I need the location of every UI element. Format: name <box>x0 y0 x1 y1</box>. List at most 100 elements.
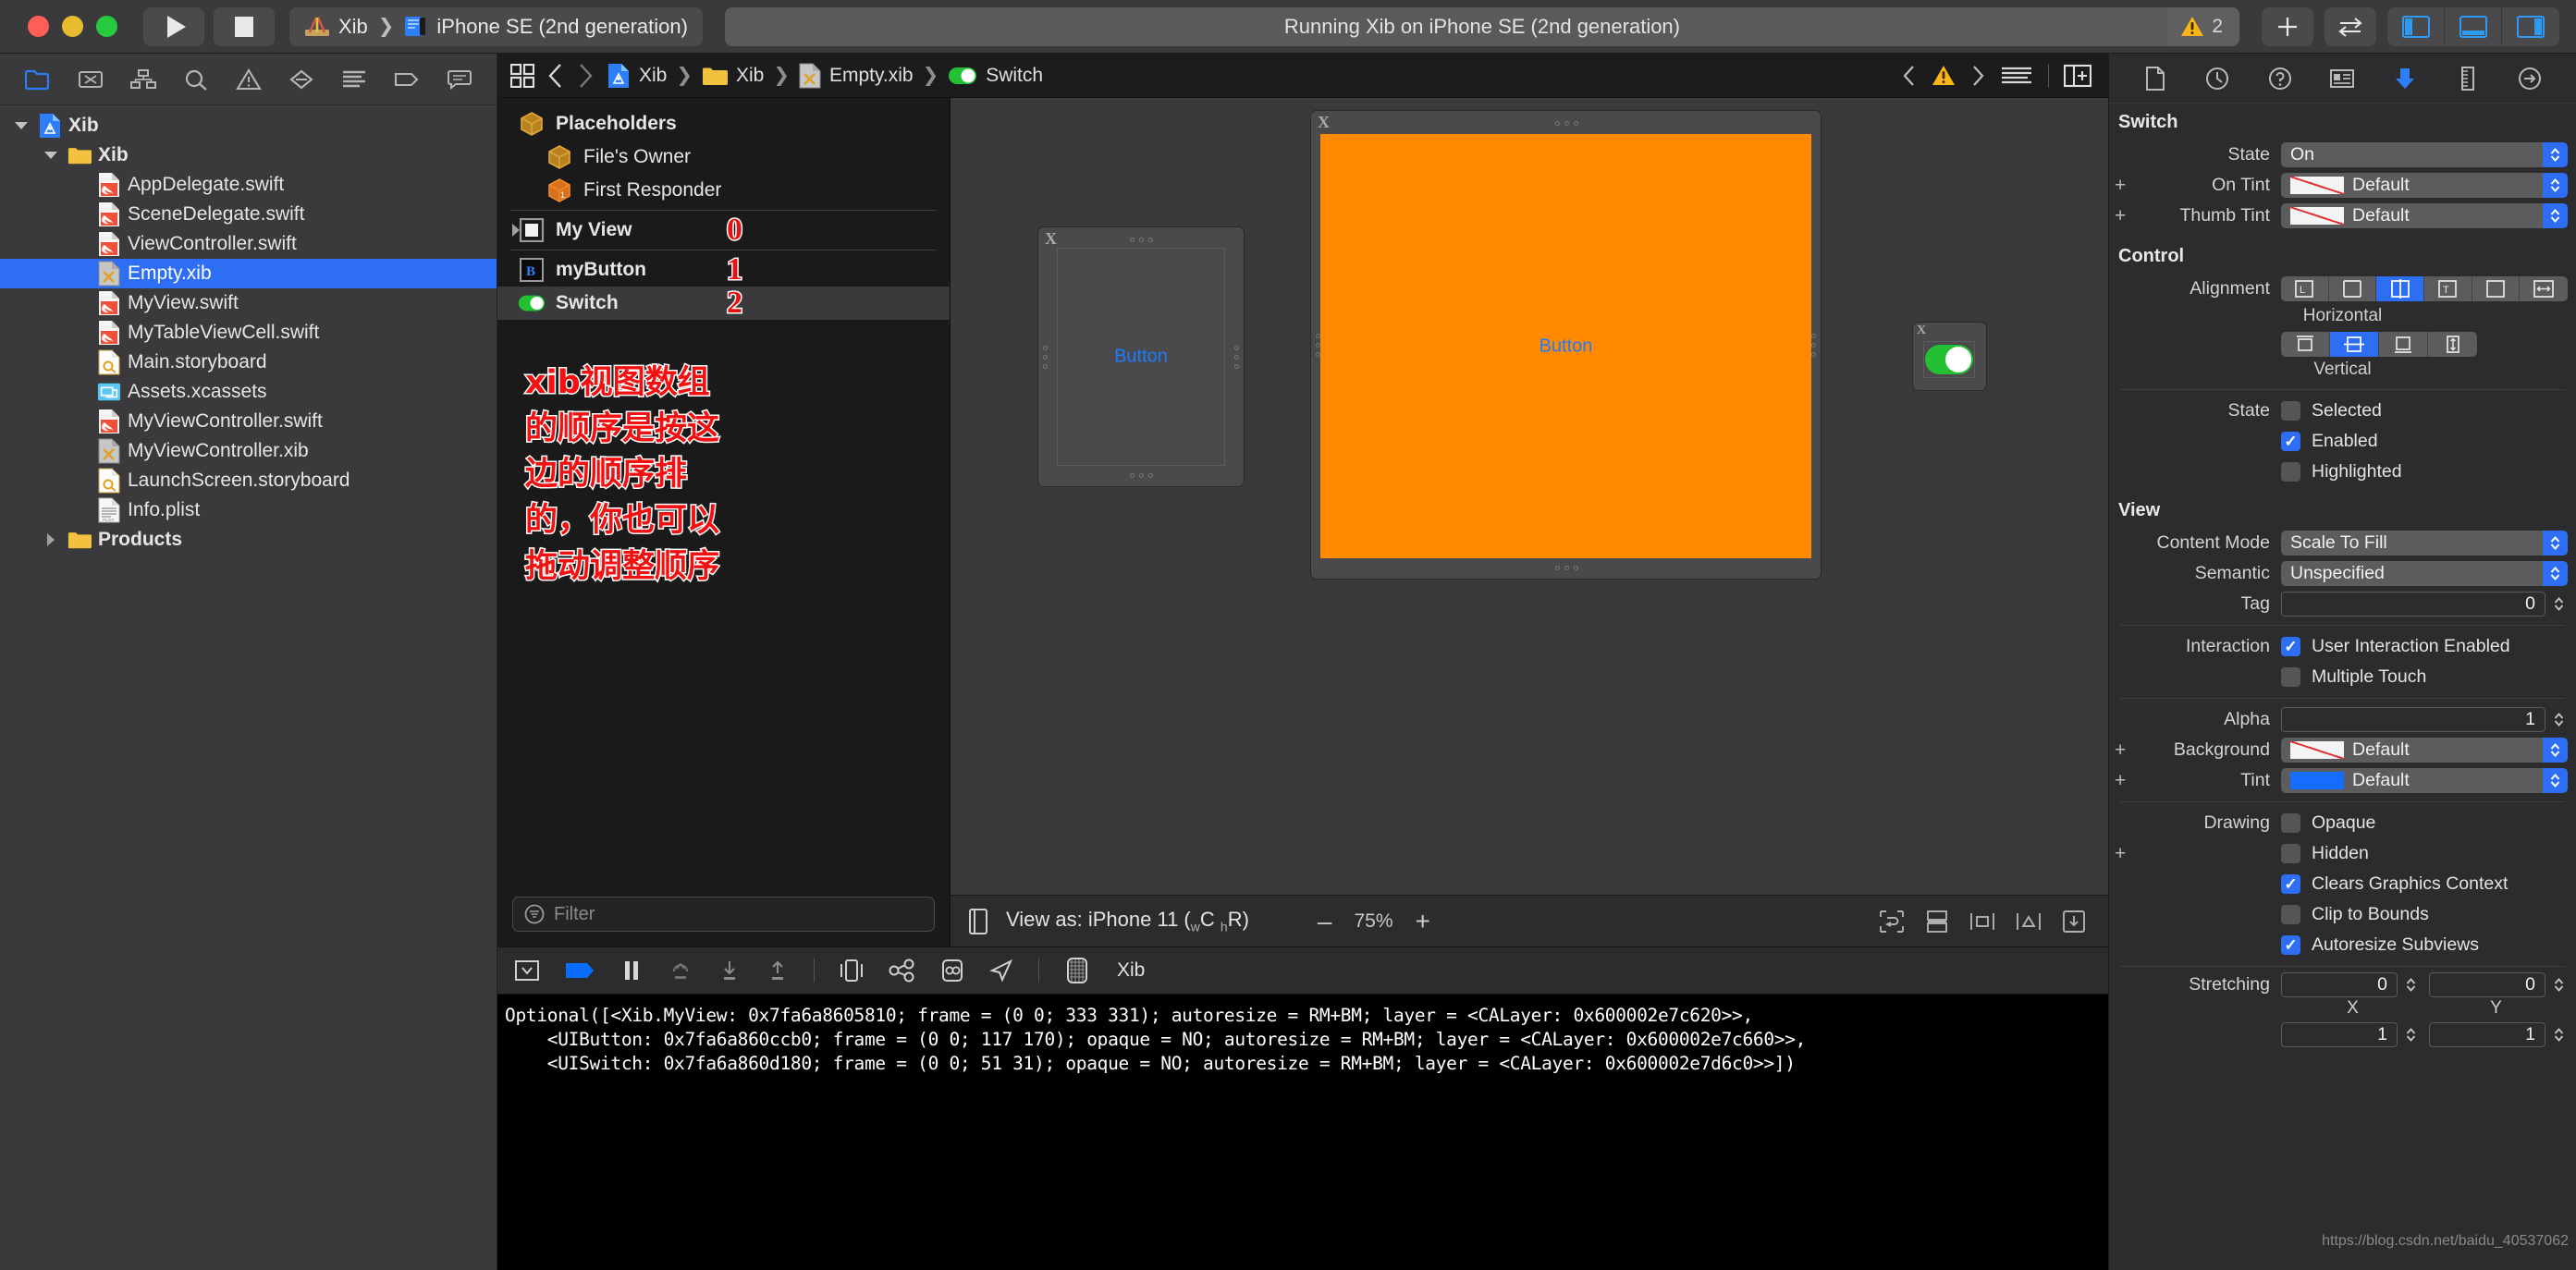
breadcrumb-label[interactable]: Xib <box>736 65 764 87</box>
outline-row[interactable]: Placeholders <box>497 107 950 140</box>
checkbox[interactable]: ✓ <box>2281 432 2300 451</box>
environment-overrides-icon[interactable] <box>940 959 964 983</box>
myview-orange-frame[interactable]: X Button <box>1311 111 1821 579</box>
project-navigator-icon[interactable] <box>20 64 55 95</box>
navigator-item[interactable]: MyViewController.xib <box>0 436 497 466</box>
hide-debug-area-icon[interactable] <box>514 959 540 983</box>
chevron-right-icon[interactable] <box>41 532 61 547</box>
navigator-item[interactable]: ViewController.swift <box>0 229 497 259</box>
align-right-button[interactable] <box>2472 276 2521 301</box>
checkbox[interactable] <box>2281 667 2300 687</box>
zoom-window-button[interactable] <box>96 16 117 37</box>
navigator-item[interactable]: Empty.xib <box>0 259 497 288</box>
navigator-item[interactable]: AppDelegate.swift <box>0 170 497 200</box>
source-control-navigator-icon[interactable] <box>73 64 108 95</box>
checkbox[interactable]: ✓ <box>2281 935 2300 955</box>
warning-indicator[interactable]: 2 <box>2167 6 2239 46</box>
tag-field[interactable]: 0 <box>2281 592 2545 617</box>
minimize-window-button[interactable] <box>62 16 83 37</box>
attributes-inspector-icon[interactable] <box>2388 63 2422 94</box>
previous-issue-button[interactable] <box>1902 65 1917 87</box>
toggle-debug-area-button[interactable] <box>2445 6 2502 46</box>
navigator-item[interactable]: Assets.xcassets <box>0 377 497 407</box>
file-inspector-icon[interactable] <box>2139 63 2172 94</box>
checkbox[interactable] <box>2281 905 2300 924</box>
align-left-button[interactable]: L <box>2281 276 2329 301</box>
outline-row[interactable]: File's Owner <box>497 140 950 174</box>
alpha-stepper[interactable] <box>2550 707 2568 732</box>
chevron-updown-icon[interactable] <box>2543 768 2568 793</box>
simulate-location-icon[interactable] <box>988 959 1014 983</box>
switch-on-tint-popup[interactable]: Default <box>2281 173 2568 198</box>
debug-memory-graph-icon[interactable] <box>889 959 916 983</box>
navigator-item[interactable]: Main.storyboard <box>0 348 497 377</box>
issue-navigator-icon[interactable] <box>231 64 266 95</box>
tag-stepper[interactable] <box>2550 592 2568 617</box>
navigator-item[interactable]: Products <box>0 525 497 555</box>
minimap-toggle-icon[interactable] <box>510 63 534 88</box>
chevron-updown-icon[interactable] <box>2543 561 2568 586</box>
step-out-icon[interactable] <box>766 959 790 983</box>
checkbox[interactable]: ✓ <box>2281 637 2300 656</box>
editor-back-button[interactable] <box>547 63 564 89</box>
outline-row[interactable]: Switch 2 <box>497 285 950 322</box>
size-inspector-icon[interactable] <box>2451 63 2484 94</box>
add-variation-icon[interactable]: + <box>2115 176 2126 195</box>
pause-continue-icon[interactable] <box>619 959 644 983</box>
step-over-icon[interactable] <box>668 959 693 983</box>
tint-color-popup[interactable]: Default <box>2281 768 2568 793</box>
test-navigator-icon[interactable] <box>284 64 319 95</box>
align-fill-horizontal-button[interactable] <box>2520 276 2568 301</box>
navigator-item[interactable]: LaunchScreen.storyboard <box>0 466 497 495</box>
navigator-item[interactable]: MyViewController.swift <box>0 407 497 436</box>
report-navigator-icon[interactable] <box>442 64 477 95</box>
scheme-selector[interactable]: Xib ❯ iPhone SE (2nd generation) <box>289 6 703 46</box>
console-output-area[interactable]: Optional([<Xib.MyView: 0x7fa6a8605810; f… <box>497 995 2108 1270</box>
interface-builder-canvas[interactable]: X Button X Button X <box>951 98 2108 895</box>
zoom-out-button[interactable]: – <box>1318 907 1332 936</box>
breakpoint-navigator-icon[interactable] <box>389 64 424 95</box>
vertical-alignment-segmented[interactable] <box>2281 331 2477 357</box>
chevron-updown-icon[interactable] <box>2543 142 2568 167</box>
chevron-down-icon[interactable] <box>41 150 61 161</box>
toggle-navigator-button[interactable] <box>2387 6 2445 46</box>
navigator-item[interactable]: Xib <box>0 111 497 140</box>
chevron-down-icon[interactable] <box>11 120 31 131</box>
close-window-button[interactable] <box>28 16 49 37</box>
stretching-x-stepper[interactable] <box>2402 972 2420 997</box>
align-fill-vertical-button[interactable] <box>2428 332 2477 357</box>
history-inspector-icon[interactable] <box>2201 63 2234 94</box>
resolve-issues-icon[interactable] <box>2062 910 2086 934</box>
horizontal-alignment-segmented[interactable]: L T <box>2281 276 2568 301</box>
frame-close-icon[interactable]: X <box>1917 324 1926 338</box>
align-leading-button[interactable] <box>2329 276 2377 301</box>
breadcrumb-label[interactable]: Xib <box>639 65 667 87</box>
frame-close-icon[interactable]: X <box>1045 229 1057 249</box>
step-into-icon[interactable] <box>718 959 742 983</box>
checkbox[interactable] <box>2281 462 2300 482</box>
debug-navigator-icon[interactable] <box>337 64 372 95</box>
align-middle-button[interactable] <box>2330 331 2379 357</box>
quick-help-inspector-icon[interactable] <box>2263 63 2297 94</box>
checkbox[interactable] <box>2281 401 2300 421</box>
chevron-updown-icon[interactable] <box>2543 173 2568 198</box>
align-bottom-button[interactable] <box>2379 331 2428 357</box>
debug-view-hierarchy-icon[interactable] <box>839 959 865 983</box>
zoom-in-button[interactable]: + <box>1416 907 1430 936</box>
navigator-item[interactable]: SceneDelegate.swift <box>0 200 497 229</box>
outline-filter-field[interactable]: Filter <box>512 897 935 932</box>
navigator-item[interactable]: PLIST Info.plist <box>0 495 497 525</box>
add-assistant-editor-icon[interactable] <box>2064 64 2091 88</box>
embed-in-icon[interactable] <box>1925 910 1949 934</box>
stretching-x-field[interactable]: 0 <box>2281 972 2398 997</box>
outline-row[interactable]: My View 0 <box>497 212 950 249</box>
chevron-updown-icon[interactable] <box>2543 531 2568 556</box>
stretching-y-stepper[interactable] <box>2550 972 2568 997</box>
issue-warning-icon[interactable] <box>1932 65 1956 87</box>
background-color-popup[interactable]: Default <box>2281 738 2568 763</box>
checkbox[interactable] <box>2281 813 2300 833</box>
stop-button[interactable] <box>214 6 275 46</box>
stretching-height-stepper[interactable] <box>2550 1022 2568 1047</box>
add-variation-icon[interactable]: + <box>2115 771 2126 790</box>
find-navigator-icon[interactable] <box>178 64 214 95</box>
